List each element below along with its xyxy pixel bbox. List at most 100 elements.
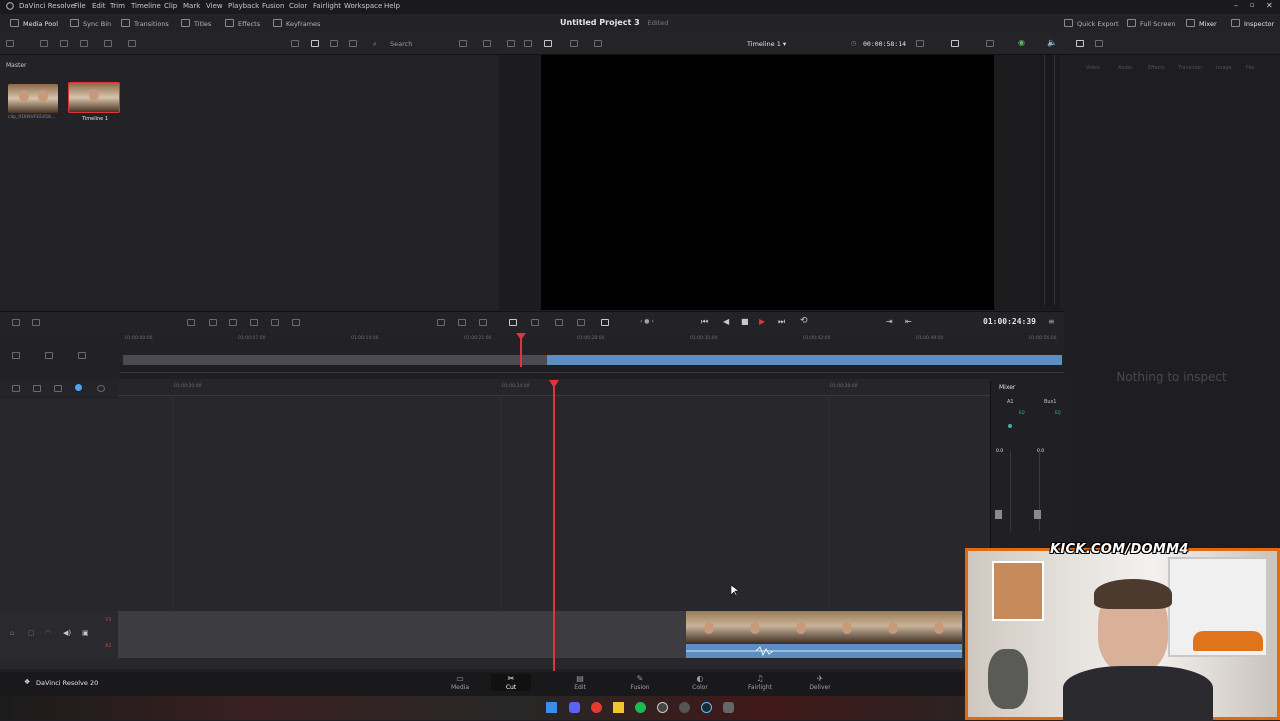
menu-clip[interactable]: Clip bbox=[164, 2, 177, 10]
thumbnail-view-icon[interactable] bbox=[311, 40, 319, 47]
in-point-icon[interactable]: ⇥ bbox=[886, 317, 893, 326]
playhead[interactable] bbox=[553, 381, 555, 671]
mixer-eq-bus1[interactable]: EQ bbox=[1055, 410, 1061, 415]
overview-eye-icon[interactable] bbox=[78, 352, 86, 359]
menu-trim[interactable]: Trim bbox=[110, 2, 125, 10]
transform-icon[interactable] bbox=[594, 40, 602, 47]
spotify-icon[interactable] bbox=[635, 702, 646, 713]
sort-icon[interactable] bbox=[459, 40, 467, 47]
snapping-icon[interactable] bbox=[555, 319, 563, 326]
play-reverse-icon[interactable]: ◀ bbox=[723, 317, 729, 326]
menu-file[interactable]: File bbox=[74, 2, 86, 10]
headphones-icon[interactable]: ◠ bbox=[45, 629, 51, 637]
timeline-options-icon[interactable] bbox=[12, 319, 20, 326]
menu-fusion[interactable]: Fusion bbox=[262, 2, 284, 10]
color-wheel-icon[interactable]: ◉ bbox=[1018, 38, 1025, 47]
menu-view[interactable]: View bbox=[206, 2, 223, 10]
close-up-icon[interactable] bbox=[250, 319, 258, 326]
menu-mark[interactable]: Mark bbox=[183, 2, 200, 10]
folder-icon[interactable] bbox=[60, 40, 68, 47]
stop-icon[interactable]: ■ bbox=[741, 317, 749, 326]
page-tab-cut[interactable]: ✂ Cut bbox=[491, 674, 531, 691]
metadata-view-icon[interactable] bbox=[291, 40, 299, 47]
transitions-button[interactable]: Transitions bbox=[121, 19, 169, 28]
inspector-tab-file[interactable]: File bbox=[1246, 65, 1254, 71]
marker-tool-icon[interactable] bbox=[531, 319, 539, 326]
out-point-icon[interactable]: ⇤ bbox=[905, 317, 912, 326]
options-menu-icon[interactable]: ≡ bbox=[1048, 317, 1055, 326]
new-bin-icon[interactable] bbox=[40, 40, 48, 47]
media-clip-item[interactable]: clip_01KNVFEE458... bbox=[8, 84, 60, 124]
source-overwrite-icon[interactable] bbox=[292, 319, 300, 326]
inspector-tab-audio[interactable]: Audio bbox=[1118, 65, 1132, 71]
effects-button[interactable]: Effects bbox=[225, 19, 260, 28]
lock-track-icon[interactable]: ▢ bbox=[28, 629, 35, 637]
page-tab-fusion[interactable]: ✎ Fusion bbox=[620, 674, 660, 691]
timeline-settings-icon[interactable] bbox=[12, 385, 20, 392]
audio-tools-icon[interactable] bbox=[509, 319, 517, 326]
full-screen-button[interactable]: Full Screen bbox=[1127, 19, 1176, 28]
trim-tool-icon[interactable] bbox=[32, 319, 40, 326]
go-to-start-icon[interactable]: ⏮ bbox=[701, 317, 708, 327]
playhead-handle[interactable] bbox=[549, 380, 559, 388]
davinci-taskbar-icon[interactable] bbox=[723, 702, 734, 713]
pan-knob-a1[interactable] bbox=[1008, 424, 1012, 428]
viewer-size-icon[interactable] bbox=[916, 40, 924, 47]
media-pool-button[interactable]: Media Pool bbox=[10, 19, 58, 28]
obs-icon[interactable] bbox=[657, 702, 668, 713]
menu-color[interactable]: Color bbox=[289, 2, 307, 10]
razor-icon[interactable] bbox=[437, 319, 445, 326]
overview-lock-icon[interactable] bbox=[12, 352, 20, 359]
audio-waveform-toggle-icon[interactable] bbox=[97, 385, 105, 392]
inspector-tab-image[interactable]: Image bbox=[1216, 65, 1232, 71]
search-input[interactable]: Search bbox=[390, 40, 460, 48]
slip-icon[interactable] bbox=[458, 319, 466, 326]
mixer-button[interactable]: Mixer bbox=[1186, 19, 1217, 28]
page-tab-fairlight[interactable]: ♫ Fairlight bbox=[740, 674, 780, 691]
overview-playhead-handle[interactable] bbox=[516, 333, 526, 340]
unlink-icon[interactable] bbox=[128, 40, 136, 47]
link-clips-icon[interactable] bbox=[577, 319, 585, 326]
quick-export-button[interactable]: Quick Export bbox=[1064, 19, 1119, 28]
sync-bin-button[interactable]: Sync Bin bbox=[70, 19, 111, 28]
discord-icon[interactable] bbox=[569, 702, 580, 713]
prev-marker-icon[interactable]: ‹ ● › bbox=[640, 318, 654, 325]
minimize-icon[interactable]: – bbox=[1234, 1, 1238, 10]
menu-fairlight[interactable]: Fairlight bbox=[313, 2, 341, 10]
video-toggle-icon[interactable]: ▣ bbox=[82, 629, 89, 637]
snap-indicator-icon[interactable] bbox=[75, 384, 82, 391]
page-tab-deliver[interactable]: ✈ Deliver bbox=[800, 674, 840, 691]
lock-icon[interactable]: ⌂ bbox=[10, 629, 14, 637]
timeline-item[interactable]: Timeline 1 bbox=[68, 82, 122, 124]
menu-help[interactable]: Help bbox=[384, 2, 400, 10]
source-tape-icon[interactable] bbox=[524, 40, 532, 47]
volume-icon[interactable]: 🔈 bbox=[1047, 38, 1057, 47]
opera-icon[interactable] bbox=[591, 702, 602, 713]
play-icon[interactable]: ▶ bbox=[759, 317, 765, 326]
zoom-out-icon[interactable] bbox=[33, 385, 41, 392]
overview-clip[interactable] bbox=[547, 355, 1062, 365]
mixer-eq-a1[interactable]: EQ bbox=[1019, 410, 1025, 415]
safe-area-icon[interactable] bbox=[507, 40, 515, 47]
inspector-tab-effects[interactable]: Effects bbox=[1148, 65, 1165, 71]
dissolve-icon[interactable] bbox=[479, 319, 487, 326]
viewer-screen[interactable] bbox=[541, 55, 994, 310]
steam-icon[interactable] bbox=[701, 702, 712, 713]
menu-playback[interactable]: Playback bbox=[228, 2, 259, 10]
page-tab-color[interactable]: ◐ Color bbox=[680, 674, 720, 691]
go-to-end-icon[interactable]: ⏭ bbox=[778, 317, 785, 327]
loop-icon[interactable]: ⟲ bbox=[800, 316, 808, 326]
link-icon[interactable] bbox=[80, 40, 88, 47]
menu-edit[interactable]: Edit bbox=[92, 2, 106, 10]
refresh-icon[interactable] bbox=[104, 40, 112, 47]
inspector-panel-icon[interactable] bbox=[1095, 40, 1103, 47]
smart-insert-icon[interactable] bbox=[187, 319, 195, 326]
inspector-button[interactable]: Inspector bbox=[1231, 19, 1274, 28]
maximize-icon[interactable]: ▫ bbox=[1250, 1, 1255, 9]
place-on-top-icon[interactable] bbox=[271, 319, 279, 326]
speaker-icon[interactable]: ◀) bbox=[63, 629, 71, 637]
filmstrip-view-icon[interactable] bbox=[330, 40, 338, 47]
menu-timeline[interactable]: Timeline bbox=[131, 2, 161, 10]
fader-bus1[interactable] bbox=[1034, 510, 1041, 519]
import-icon[interactable] bbox=[6, 40, 14, 47]
